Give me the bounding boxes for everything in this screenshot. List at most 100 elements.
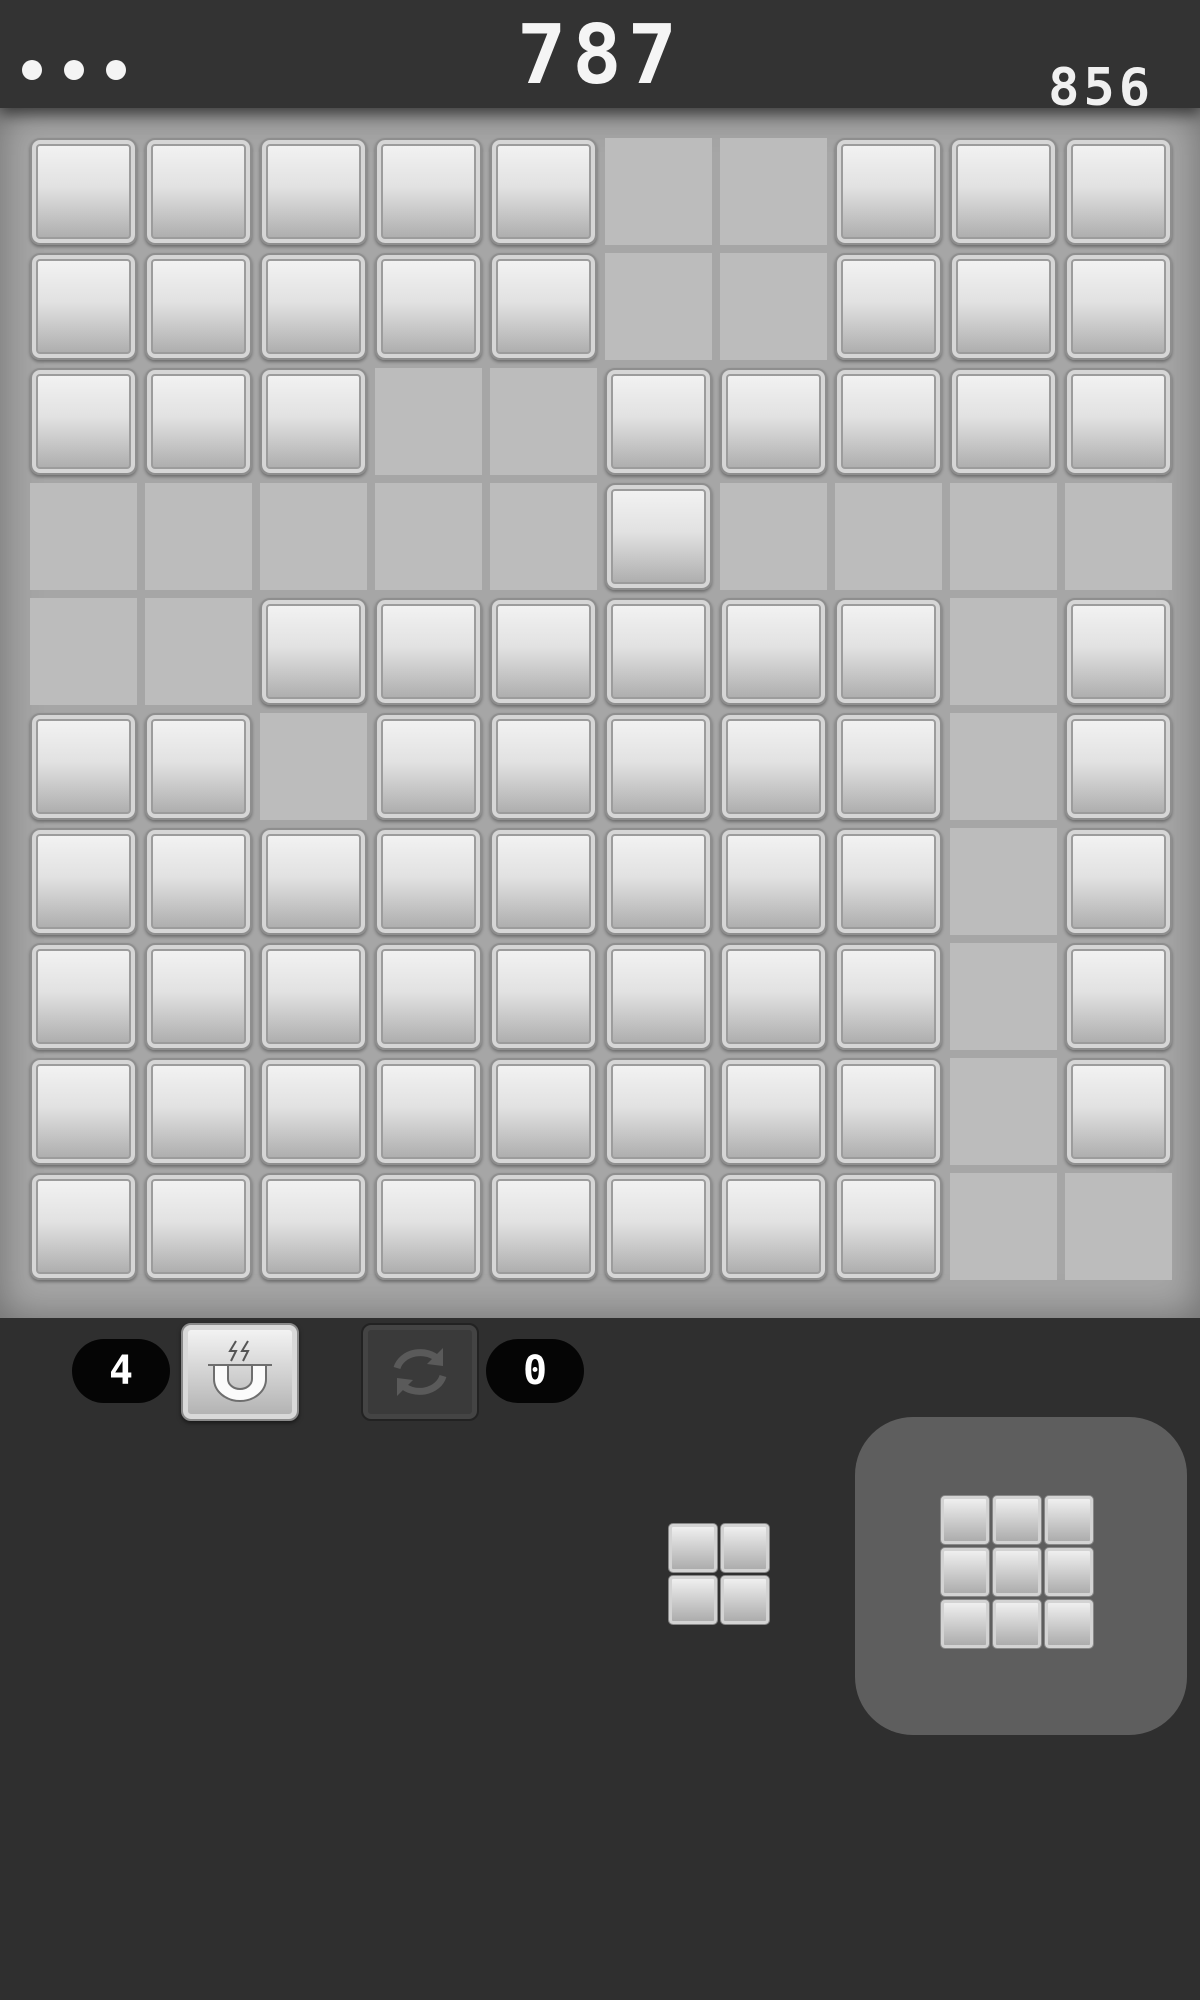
board-block[interactable] [30, 828, 137, 935]
board-block[interactable] [835, 1173, 942, 1280]
magnet-button[interactable] [181, 1323, 299, 1421]
board-block[interactable] [720, 598, 827, 705]
board-block[interactable] [375, 253, 482, 360]
board-empty-cell[interactable] [720, 138, 827, 245]
board-block[interactable] [375, 713, 482, 820]
board-block[interactable] [720, 1173, 827, 1280]
board-block[interactable] [145, 828, 252, 935]
board-block[interactable] [490, 253, 597, 360]
board-block[interactable] [145, 943, 252, 1050]
board-empty-cell[interactable] [30, 483, 137, 590]
board-block[interactable] [490, 713, 597, 820]
board-empty-cell[interactable] [950, 828, 1057, 935]
board-block[interactable] [260, 943, 367, 1050]
board-block[interactable] [145, 253, 252, 360]
board-block[interactable] [375, 1058, 482, 1165]
board-block[interactable] [30, 943, 137, 1050]
board-empty-cell[interactable] [950, 1058, 1057, 1165]
board-block[interactable] [835, 713, 942, 820]
board-block[interactable] [835, 1058, 942, 1165]
board-block[interactable] [490, 1173, 597, 1280]
selected-piece-slot[interactable] [855, 1417, 1187, 1735]
board-empty-cell[interactable] [950, 943, 1057, 1050]
board-block[interactable] [950, 138, 1057, 245]
board-block[interactable] [1065, 713, 1172, 820]
board-block[interactable] [30, 1173, 137, 1280]
board-block[interactable] [1065, 1058, 1172, 1165]
board-empty-cell[interactable] [260, 483, 367, 590]
board-empty-cell[interactable] [145, 483, 252, 590]
board-block[interactable] [835, 598, 942, 705]
board-empty-cell[interactable] [375, 483, 482, 590]
board-empty-cell[interactable] [835, 483, 942, 590]
board-empty-cell[interactable] [375, 368, 482, 475]
board-empty-cell[interactable] [720, 483, 827, 590]
board-block[interactable] [490, 138, 597, 245]
board-block[interactable] [835, 253, 942, 360]
board-block[interactable] [1065, 368, 1172, 475]
board-grid[interactable] [30, 138, 1172, 1280]
board-empty-cell[interactable] [1065, 483, 1172, 590]
board-block[interactable] [835, 368, 942, 475]
board-block[interactable] [375, 1173, 482, 1280]
board-block[interactable] [1065, 828, 1172, 935]
board-empty-cell[interactable] [260, 713, 367, 820]
board-empty-cell[interactable] [950, 1173, 1057, 1280]
board-block[interactable] [145, 713, 252, 820]
board-block[interactable] [260, 368, 367, 475]
board-block[interactable] [605, 368, 712, 475]
board-block[interactable] [950, 253, 1057, 360]
board-block[interactable] [605, 943, 712, 1050]
board-block[interactable] [375, 138, 482, 245]
board-block[interactable] [720, 368, 827, 475]
board-block[interactable] [605, 1058, 712, 1165]
board-block[interactable] [605, 828, 712, 935]
board-block[interactable] [605, 483, 712, 590]
board-empty-cell[interactable] [950, 598, 1057, 705]
board-block[interactable] [950, 368, 1057, 475]
board-block[interactable] [1065, 138, 1172, 245]
board-block[interactable] [1065, 943, 1172, 1050]
board-block[interactable] [835, 943, 942, 1050]
board-block[interactable] [145, 368, 252, 475]
board-block[interactable] [490, 828, 597, 935]
board-block[interactable] [835, 828, 942, 935]
board-empty-cell[interactable] [605, 138, 712, 245]
board-block[interactable] [1065, 253, 1172, 360]
board-block[interactable] [1065, 598, 1172, 705]
board-block[interactable] [375, 828, 482, 935]
board-block[interactable] [260, 138, 367, 245]
board-block[interactable] [605, 598, 712, 705]
board-block[interactable] [260, 253, 367, 360]
board-empty-cell[interactable] [605, 253, 712, 360]
board-block[interactable] [490, 1058, 597, 1165]
board-empty-cell[interactable] [950, 483, 1057, 590]
board-block[interactable] [145, 1058, 252, 1165]
board-block[interactable] [30, 713, 137, 820]
board-block[interactable] [490, 598, 597, 705]
board-empty-cell[interactable] [30, 598, 137, 705]
piece-3x3[interactable] [940, 1495, 1094, 1649]
board-block[interactable] [720, 713, 827, 820]
board-block[interactable] [375, 943, 482, 1050]
board-block[interactable] [260, 598, 367, 705]
board-block[interactable] [260, 1173, 367, 1280]
board-empty-cell[interactable] [1065, 1173, 1172, 1280]
board-block[interactable] [260, 1058, 367, 1165]
board-block[interactable] [145, 138, 252, 245]
board-block[interactable] [490, 943, 597, 1050]
board-block[interactable] [30, 253, 137, 360]
board-block[interactable] [605, 1173, 712, 1280]
board-block[interactable] [30, 368, 137, 475]
board-block[interactable] [605, 713, 712, 820]
board-empty-cell[interactable] [490, 483, 597, 590]
board-block[interactable] [835, 138, 942, 245]
board-empty-cell[interactable] [145, 598, 252, 705]
board-empty-cell[interactable] [950, 713, 1057, 820]
board-block[interactable] [260, 828, 367, 935]
swap-button[interactable] [361, 1323, 479, 1421]
piece-2x2[interactable] [668, 1523, 770, 1625]
board-empty-cell[interactable] [490, 368, 597, 475]
board-block[interactable] [720, 943, 827, 1050]
board-block[interactable] [30, 138, 137, 245]
